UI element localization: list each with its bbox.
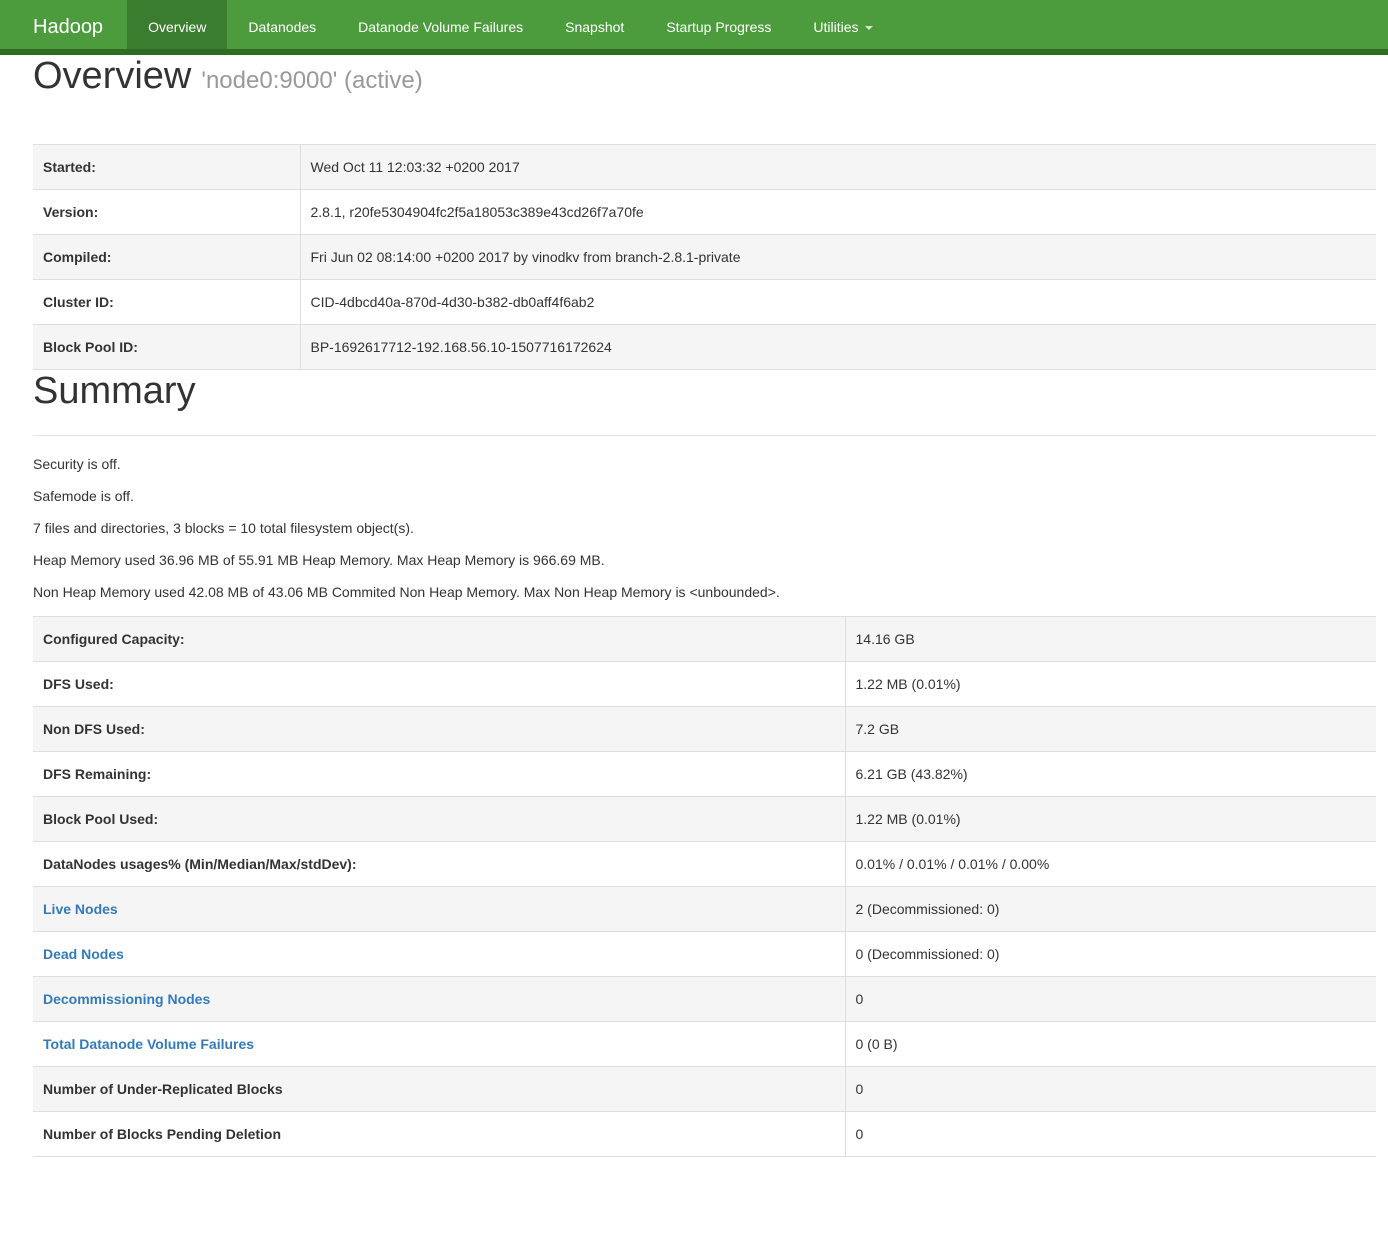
overview-row-compiled-label: Compiled:: [33, 235, 300, 280]
summary-section-heading: Summary: [33, 370, 1376, 413]
summary-row-datanodes-usages-label: DataNodes usages% (Min/Median/Max/stdDev…: [33, 842, 845, 887]
page-content: Overview 'node0:9000' (active) Started: W…: [33, 55, 1376, 1157]
summary-row-non-dfs-used-value: 7.2 GB: [845, 707, 1376, 752]
summary-filesystem-objects: 7 files and directories, 3 blocks = 10 t…: [33, 520, 1376, 536]
summary-row-volume-failures-value: 0 (0 B): [845, 1022, 1376, 1067]
summary-row-blocks-pending-deletion-label: Number of Blocks Pending Deletion: [33, 1112, 845, 1157]
overview-row-block-pool-id-label: Block Pool ID:: [33, 325, 300, 370]
nav-item-startup-progress[interactable]: Startup Progress: [645, 0, 792, 49]
table-row: Live Nodes 2 (Decommissioned: 0): [33, 887, 1376, 932]
summary-table: Configured Capacity: 14.16 GB DFS Used: …: [33, 616, 1376, 1157]
table-row: Total Datanode Volume Failures 0 (0 B): [33, 1022, 1376, 1067]
table-row: Configured Capacity: 14.16 GB: [33, 617, 1376, 662]
table-row: DFS Remaining: 6.21 GB (43.82%): [33, 752, 1376, 797]
overview-section-heading: Overview 'node0:9000' (active): [33, 55, 1376, 98]
summary-row-configured-capacity-value: 14.16 GB: [845, 617, 1376, 662]
overview-row-version-label: Version:: [33, 190, 300, 235]
overview-row-compiled-value: Fri Jun 02 08:14:00 +0200 2017 by vinodk…: [300, 235, 1376, 280]
table-row: Started: Wed Oct 11 12:03:32 +0200 2017: [33, 145, 1376, 190]
table-row: DataNodes usages% (Min/Median/Max/stdDev…: [33, 842, 1376, 887]
summary-row-under-replicated-value: 0: [845, 1067, 1376, 1112]
overview-row-block-pool-id-value: BP-1692617712-192.168.56.10-150771617262…: [300, 325, 1376, 370]
overview-table: Started: Wed Oct 11 12:03:32 +0200 2017 …: [33, 144, 1376, 370]
nav-item-snapshot[interactable]: Snapshot: [544, 0, 645, 49]
summary-row-dfs-remaining-label: DFS Remaining:: [33, 752, 845, 797]
nav-item-datanodes[interactable]: Datanodes: [227, 0, 337, 49]
overview-row-version-value: 2.8.1, r20fe5304904fc2f5a18053c389e43cd2…: [300, 190, 1376, 235]
top-navbar: Hadoop Overview Datanodes Datanode Volum…: [0, 0, 1388, 55]
table-row: Block Pool ID: BP-1692617712-192.168.56.…: [33, 325, 1376, 370]
decommissioning-nodes-link[interactable]: Decommissioning Nodes: [43, 991, 210, 1007]
brand-hadoop[interactable]: Hadoop: [0, 0, 127, 49]
navbar-items: Overview Datanodes Datanode Volume Failu…: [127, 0, 893, 49]
summary-row-block-pool-used-label: Block Pool Used:: [33, 797, 845, 842]
table-row: Dead Nodes 0 (Decommissioned: 0): [33, 932, 1376, 977]
table-row: Decommissioning Nodes 0: [33, 977, 1376, 1022]
overview-row-started-label: Started:: [33, 145, 300, 190]
summary-row-live-nodes-value: 2 (Decommissioned: 0): [845, 887, 1376, 932]
table-row: Compiled: Fri Jun 02 08:14:00 +0200 2017…: [33, 235, 1376, 280]
table-row: DFS Used: 1.22 MB (0.01%): [33, 662, 1376, 707]
overview-row-cluster-id-label: Cluster ID:: [33, 280, 300, 325]
nav-item-datanode-volume-failures[interactable]: Datanode Volume Failures: [337, 0, 544, 49]
dead-nodes-link[interactable]: Dead Nodes: [43, 946, 124, 962]
page-title: Overview: [33, 55, 191, 97]
summary-row-dfs-used-label: DFS Used:: [33, 662, 845, 707]
summary-row-datanodes-usages-value: 0.01% / 0.01% / 0.01% / 0.00%: [845, 842, 1376, 887]
summary-row-dfs-used-value: 1.22 MB (0.01%): [845, 662, 1376, 707]
summary-heap-memory: Heap Memory used 36.96 MB of 55.91 MB He…: [33, 552, 1376, 568]
summary-row-configured-capacity-label: Configured Capacity:: [33, 617, 845, 662]
table-row: Block Pool Used: 1.22 MB (0.01%): [33, 797, 1376, 842]
table-row: Number of Blocks Pending Deletion 0: [33, 1112, 1376, 1157]
summary-safemode-status: Safemode is off.: [33, 488, 1376, 504]
table-row: Version: 2.8.1, r20fe5304904fc2f5a18053c…: [33, 190, 1376, 235]
summary-security-status: Security is off.: [33, 456, 1376, 472]
table-row: Cluster ID: CID-4dbcd40a-870d-4d30-b382-…: [33, 280, 1376, 325]
summary-row-dfs-remaining-value: 6.21 GB (43.82%): [845, 752, 1376, 797]
summary-row-non-dfs-used-label: Non DFS Used:: [33, 707, 845, 752]
table-row: Non DFS Used: 7.2 GB: [33, 707, 1376, 752]
summary-paragraphs: Security is off. Safemode is off. 7 file…: [33, 456, 1376, 600]
nav-item-utilities[interactable]: Utilities: [792, 0, 893, 49]
summary-row-block-pool-used-value: 1.22 MB (0.01%): [845, 797, 1376, 842]
overview-row-cluster-id-value: CID-4dbcd40a-870d-4d30-b382-db0aff4f6ab2: [300, 280, 1376, 325]
summary-row-dead-nodes-value: 0 (Decommissioned: 0): [845, 932, 1376, 977]
nav-item-utilities-label: Utilities: [813, 19, 858, 35]
summary-row-blocks-pending-deletion-value: 0: [845, 1112, 1376, 1157]
section-divider: [33, 435, 1376, 436]
page-subtitle: 'node0:9000' (active): [201, 67, 422, 94]
summary-non-heap-memory: Non Heap Memory used 42.08 MB of 43.06 M…: [33, 584, 1376, 600]
table-row: Number of Under-Replicated Blocks 0: [33, 1067, 1376, 1112]
live-nodes-link[interactable]: Live Nodes: [43, 901, 118, 917]
caret-down-icon: [865, 26, 873, 30]
summary-row-under-replicated-label: Number of Under-Replicated Blocks: [33, 1067, 845, 1112]
summary-row-decommissioning-nodes-value: 0: [845, 977, 1376, 1022]
nav-item-overview[interactable]: Overview: [127, 0, 227, 49]
overview-row-started-value: Wed Oct 11 12:03:32 +0200 2017: [300, 145, 1376, 190]
total-datanode-volume-failures-link[interactable]: Total Datanode Volume Failures: [43, 1036, 254, 1052]
